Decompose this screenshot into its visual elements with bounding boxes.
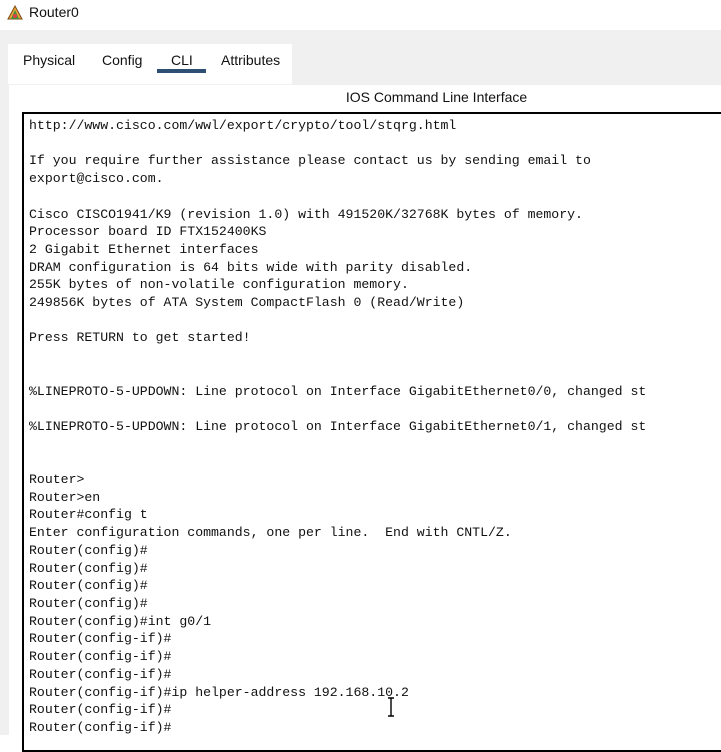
terminal-line: Cisco CISCO1941/K9 (revision 1.0) with 4… [29,206,583,222]
router-device-icon [7,4,23,20]
cli-terminal[interactable]: http://www.cisco.com/wwl/export/crypto/t… [22,112,721,752]
terminal-line: Router> [29,472,85,488]
terminal-line: http://www.cisco.com/wwl/export/crypto/t… [29,118,457,133]
terminal-line: Router(config)# [29,595,148,611]
terminal-line: 249856K bytes of ATA System CompactFlash… [29,295,465,311]
terminal-line: DRAM configuration is 64 bits wide with … [29,259,473,275]
left-border-strip [0,85,9,735]
tab-attributes[interactable]: Attributes [221,51,280,69]
terminal-line: export@cisco.com. [29,171,164,187]
terminal-line: Router(config-if)# [29,702,172,718]
terminal-line: %LINEPROTO-5-UPDOWN: Line protocol on In… [29,383,647,399]
terminal-line: Press RETURN to get started! [29,330,251,346]
terminal-line: %LINEPROTO-5-UPDOWN: Line protocol on In… [29,418,647,434]
terminal-output[interactable]: http://www.cisco.com/wwl/export/crypto/t… [29,117,646,737]
terminal-line: If you require further assistance please… [29,153,591,169]
tab-cli[interactable]: CLI [171,51,193,69]
tab-config[interactable]: Config [102,51,142,69]
terminal-line: Router(config-if)#ip helper-address 192.… [29,684,409,700]
terminal-line: Router(config-if)# [29,666,172,682]
terminal-line: Router(config)# [29,542,148,558]
terminal-line: Router(config)# [29,560,148,576]
terminal-line: Router(config)# [29,578,148,594]
terminal-line: Router>en [29,489,101,505]
terminal-line: Processor board ID FTX152400KS [29,224,267,240]
terminal-line: Router(config-if)# [29,631,172,647]
terminal-line: Router(config-if)# [29,649,172,665]
terminal-line: Router(config-if)# [29,719,172,735]
terminal-line: Router#config t [29,507,148,523]
terminal-line: Router(config)#int g0/1 [29,613,212,629]
active-tab-indicator [157,69,206,73]
window-title: Router0 [29,4,79,20]
terminal-line: Enter configuration commands, one per li… [29,525,512,541]
cli-heading: IOS Command Line Interface [345,89,528,105]
text-cursor-icon [388,697,394,717]
tab-physical[interactable]: Physical [23,51,75,69]
terminal-line: 255K bytes of non-volatile configuration… [29,277,409,293]
title-bar: Router0 [0,0,721,28]
terminal-line: 2 Gigabit Ethernet interfaces [29,241,259,257]
